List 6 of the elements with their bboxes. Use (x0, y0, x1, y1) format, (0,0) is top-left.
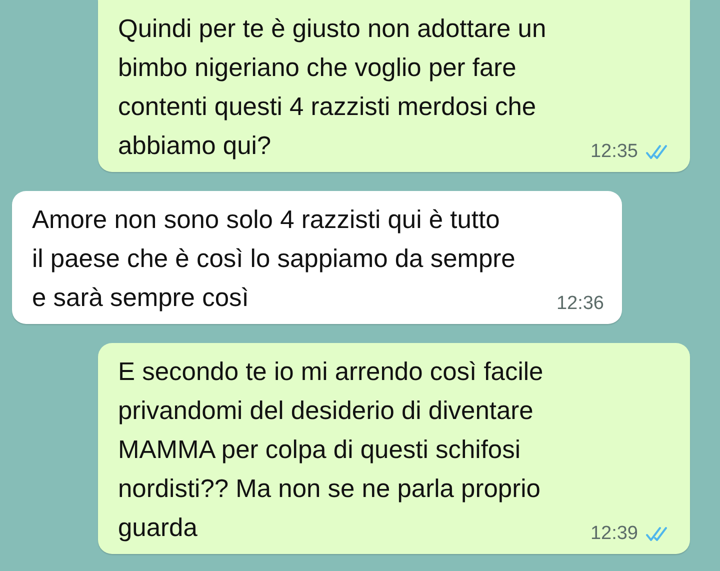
message-text: E secondo te io mi arrendo così facile privandomi del desiderio di diventare MAMMA per colpa di questi schifosi nordisti?? Ma non se ne parla proprio guarda (118, 357, 544, 544)
message-time: 12:35 (590, 140, 638, 164)
message-text: Quindi per te è giusto non adottare un bimbo nigeriano che voglio per fare contenti questi 4 razzisti merdosi che abbiamo qui? (118, 14, 546, 162)
message-text: Amore non sono solo 4 razzisti qui è tutto il paese che è così lo sappiamo da sempre e sarà sempre così (32, 205, 516, 314)
message-time: 12:39 (590, 522, 638, 546)
message-time: 12:36 (556, 292, 604, 316)
